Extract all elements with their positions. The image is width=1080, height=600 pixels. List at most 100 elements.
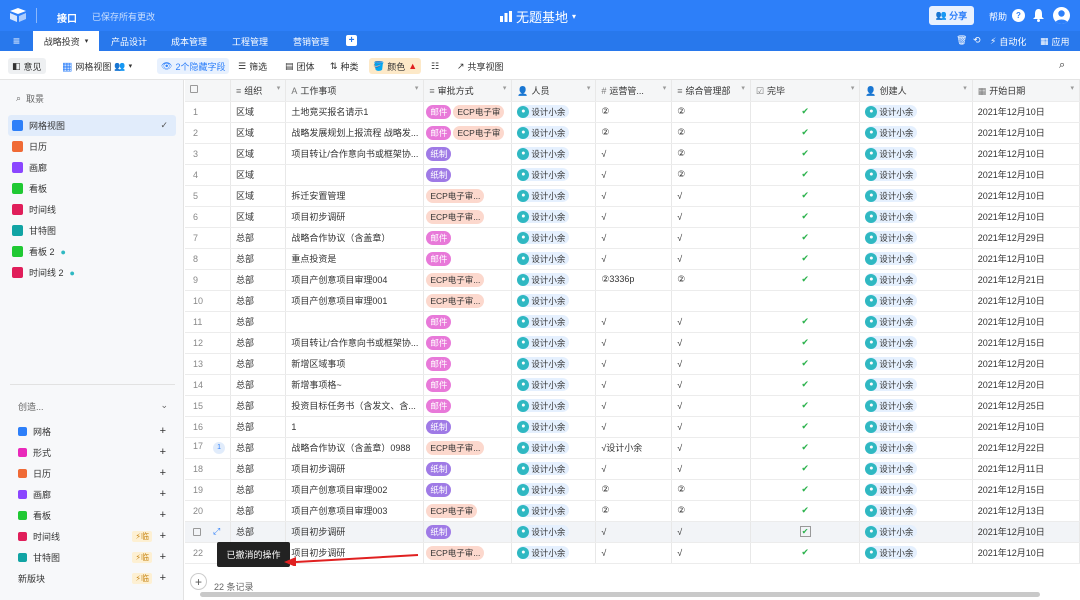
org-cell[interactable]: 总部 (230, 374, 287, 396)
person-cell[interactable]: ● 设计小余 (511, 500, 597, 522)
approval-cell[interactable]: 纸制 (423, 143, 513, 165)
mgmt-cell[interactable]: ② (671, 122, 751, 144)
approval-cell[interactable]: ECP电子审 (423, 500, 513, 522)
mgmt-cell[interactable]: √ (671, 353, 751, 375)
menu-icon[interactable]: ≡ (13, 34, 20, 48)
mgmt-cell[interactable]: √ (671, 248, 751, 270)
work-item-cell[interactable]: 项目产创意项目审理002 (285, 479, 425, 501)
done-cell[interactable]: ✔ (750, 269, 861, 291)
chevron-down-icon[interactable]: ▾ (741, 84, 745, 92)
add-record-button[interactable]: + (190, 573, 207, 590)
chevron-down-icon[interactable]: ▾ (963, 84, 967, 92)
table-row[interactable]: 11 总部 邮件 ● 设计小余 √ √ ✔ ● 设计小余 2021年12月10日 (185, 311, 1080, 333)
chevron-down-icon[interactable]: ▾ (851, 84, 855, 92)
work-item-cell[interactable]: 新增区域事项 (285, 353, 425, 375)
mgmt-cell[interactable]: √ (671, 437, 751, 459)
ops-cell[interactable]: √ (595, 395, 673, 417)
avatar[interactable] (1053, 7, 1070, 24)
chevron-down-icon[interactable]: ▾ (85, 37, 89, 45)
start-date-cell[interactable]: 2021年12月25日 (972, 395, 1080, 417)
view-item[interactable]: 时间线 (8, 199, 176, 220)
hidden-fields-button[interactable]: 👁 2个隐藏字段 (157, 58, 230, 74)
mgmt-cell[interactable]: √ (671, 311, 751, 333)
approval-cell[interactable]: 纸制 (423, 521, 513, 543)
done-cell[interactable]: ✔ (750, 101, 861, 123)
ops-cell[interactable]: √ (595, 542, 673, 564)
view-item[interactable]: 网格视图 ✓ (8, 115, 176, 136)
filter-button[interactable]: ☰ 筛选 (234, 58, 271, 74)
table-row[interactable]: 4 区域 纸制 ● 设计小余 √ ② ✔ ● 设计小余 2021年12月10日 (185, 164, 1080, 186)
chevron-down-icon[interactable]: ▾ (587, 84, 591, 92)
color-button[interactable]: 🪣 颜色 ▲ (369, 58, 422, 74)
person-cell[interactable]: ● 设计小余 (511, 143, 597, 165)
column-header[interactable]: ≡ 组织 ▾ (230, 80, 287, 102)
person-cell[interactable]: ● 设计小余 (511, 437, 597, 459)
creator-cell[interactable]: ● 设计小余 (859, 479, 973, 501)
done-cell[interactable]: ✔ (750, 416, 861, 438)
org-cell[interactable]: 总部 (230, 227, 287, 249)
start-date-cell[interactable]: 2021年12月10日 (972, 290, 1080, 312)
table-row[interactable]: 14 总部 新增事项格~ 邮件 ● 设计小余 √ √ ✔ ● 设计小余 2021年12月20日 (185, 374, 1080, 396)
work-item-cell[interactable]: 项目产创意项目审理004 (285, 269, 425, 291)
done-cell[interactable]: ✔ (750, 395, 861, 417)
share-button[interactable]: 👥 分享 (929, 6, 974, 25)
help-icon[interactable]: ? (1012, 9, 1025, 22)
row-number[interactable]: 13 (185, 353, 232, 375)
org-cell[interactable]: 总部 (230, 500, 287, 522)
person-cell[interactable]: ● 设计小余 (511, 227, 597, 249)
chevron-down-icon[interactable]: ▾ (1070, 84, 1074, 92)
base-title[interactable]: 无题基地 ▾ (500, 7, 576, 26)
approval-cell[interactable]: 邮件 (423, 395, 513, 417)
table-row[interactable]: 17 1 总部 战略合作协议（含盖章）0988 ECP电子审... ● 设计小余 √设计小余 √… (185, 437, 1080, 459)
done-cell[interactable]: ✔ (750, 542, 861, 564)
ops-cell[interactable]: √ (595, 374, 673, 396)
mgmt-cell[interactable]: √ (671, 521, 751, 543)
create-view-item[interactable]: 新版块 ⚡临 + (18, 569, 166, 587)
creator-cell[interactable]: ● 设计小余 (859, 248, 973, 270)
start-date-cell[interactable]: 2021年12月10日 (972, 101, 1080, 123)
mgmt-cell[interactable]: ② (671, 101, 751, 123)
plus-icon[interactable]: + (160, 551, 166, 563)
org-cell[interactable]: 总部 (230, 416, 287, 438)
ops-cell[interactable]: √ (595, 332, 673, 354)
base-name[interactable]: 接口 (57, 10, 77, 25)
table-row[interactable]: 15 总部 投资目标任务书（含发文、含... 邮件 ● 设计小余 √ √ ✔ ● 设计小余 2021年… (185, 395, 1080, 417)
org-cell[interactable]: 总部 (230, 248, 287, 270)
row-number[interactable]: 12 (185, 332, 232, 354)
person-cell[interactable]: ● 设计小余 (511, 311, 597, 333)
ops-cell[interactable]: ②3336p (595, 269, 673, 291)
done-cell[interactable]: ✔ (750, 122, 861, 144)
creator-cell[interactable]: ● 设计小余 (859, 395, 973, 417)
table-row[interactable]: ⤢ 总部 项目初步调研 纸制 ● 设计小余 √ √ ✔ ● 设计小余 2021年12月10日 (185, 521, 1080, 543)
start-date-cell[interactable]: 2021年12月10日 (972, 311, 1080, 333)
views-toggle-button[interactable]: ◧ 意见 (8, 58, 46, 74)
creator-cell[interactable]: ● 设计小余 (859, 311, 973, 333)
trash-icon[interactable]: 🗑 (956, 35, 967, 46)
row-number[interactable]: 9 (185, 269, 232, 291)
chevron-down-icon[interactable]: ▾ (663, 84, 667, 92)
mgmt-cell[interactable]: ② (671, 500, 751, 522)
search-icon[interactable]: ⌕ (1059, 59, 1065, 72)
org-cell[interactable]: 区域 (230, 143, 287, 165)
start-date-cell[interactable]: 2021年12月11日 (972, 458, 1080, 480)
mgmt-cell[interactable]: √ (671, 332, 751, 354)
start-date-cell[interactable]: 2021年12月22日 (972, 437, 1080, 459)
ops-cell[interactable] (595, 290, 673, 312)
person-cell[interactable]: ● 设计小余 (511, 269, 597, 291)
done-cell[interactable]: ✔ (750, 206, 861, 228)
column-header[interactable]: ▦ 开始日期 ▾ (972, 80, 1080, 102)
mgmt-cell[interactable]: ② (671, 143, 751, 165)
mgmt-cell[interactable] (671, 290, 751, 312)
share-view-button[interactable]: ↗ 共享视图 (453, 58, 508, 74)
creator-cell[interactable]: ● 设计小余 (859, 164, 973, 186)
horizontal-scrollbar[interactable] (200, 592, 1040, 597)
org-cell[interactable]: 总部 (230, 437, 287, 459)
org-cell[interactable]: 总部 (230, 521, 287, 543)
plus-icon[interactable]: + (160, 425, 166, 437)
approval-cell[interactable]: 纸制 (423, 164, 513, 186)
table-row[interactable]: 12 总部 项目转让/合作意向书或框架协... 邮件 ● 设计小余 √ √ ✔ ● 设计小余 2021… (185, 332, 1080, 354)
column-header[interactable]: 👤 人员 ▾ (511, 80, 597, 102)
creator-cell[interactable]: ● 设计小余 (859, 500, 973, 522)
mgmt-cell[interactable]: √ (671, 185, 751, 207)
work-item-cell[interactable]: 项目初步调研 (285, 206, 425, 228)
